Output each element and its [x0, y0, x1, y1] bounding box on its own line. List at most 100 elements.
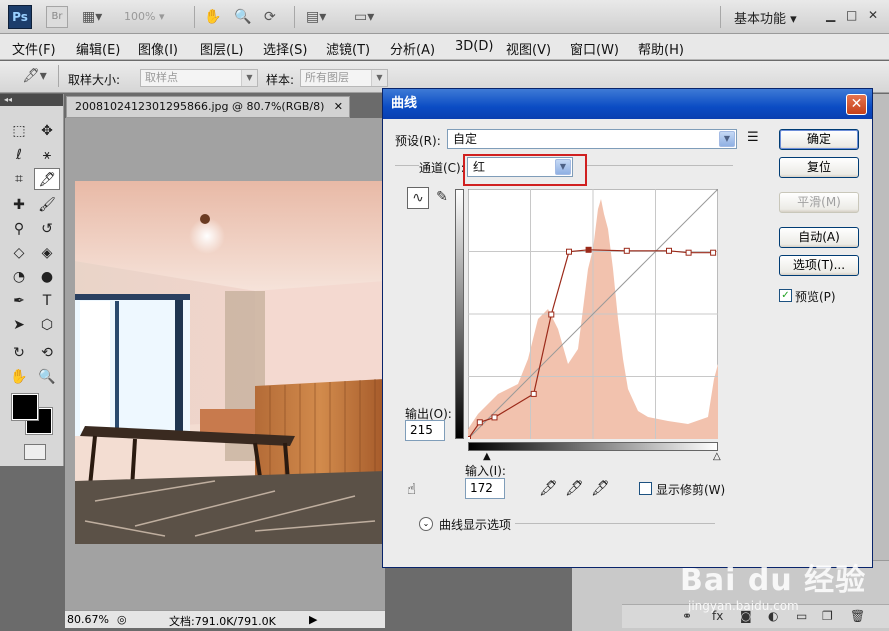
sample-size-label: 取样大小: — [68, 73, 121, 87]
tools-panel-collapse-icon[interactable]: ◂◂ — [0, 94, 63, 106]
marquee-tool-icon[interactable]: ⬚ — [6, 120, 32, 142]
white-point-slider-icon[interactable]: △ — [713, 451, 721, 462]
sample-layers-select[interactable]: 所有图层 ▼ — [300, 69, 388, 87]
close-document-icon[interactable]: ✕ — [334, 97, 343, 117]
dialog-close-button[interactable]: ✕ — [846, 94, 867, 115]
hand-tool-icon[interactable]: ✋ — [6, 366, 32, 388]
curve-display-options-expander[interactable]: ⌄ — [419, 517, 433, 531]
reset-button[interactable]: 复位 — [779, 157, 859, 178]
type-tool-icon[interactable]: T — [34, 290, 60, 312]
preset-select[interactable]: 自定 ▼ — [447, 129, 737, 149]
preview-checkbox[interactable]: ✓ — [779, 289, 792, 302]
menu-layer[interactable]: 图层(L) — [200, 39, 243, 58]
curve-control-point — [710, 249, 717, 256]
smooth-button[interactable]: 平滑(M) — [779, 192, 859, 213]
input-gradient-bar — [468, 442, 718, 451]
curves-dialog: 曲线 ✕ 预设(R): 自定 ▼ ☰ 通道(C): 红 ▼ ∿ ✎ ▲ △ 输出(O… — [382, 88, 873, 568]
paint-bucket-tool-icon[interactable]: ◈ — [34, 242, 60, 264]
screen-mode-icon[interactable]: ▭▾ — [354, 8, 374, 26]
auto-button[interactable]: 自动(A) — [779, 227, 859, 248]
magic-wand-tool-icon[interactable]: ⚹ — [34, 144, 60, 166]
crop-tool-icon[interactable]: ⌗ — [6, 168, 32, 190]
arrange-documents-icon[interactable]: ▤▾ — [306, 8, 326, 26]
application-bar: Ps Br ▦▾ 100% ▾ ✋ 🔍 ⟳ ▤▾ ▭▾ 基本功能 ▾ ▁ □ ✕ — [0, 0, 889, 34]
curve-control-point — [476, 419, 483, 426]
curve-control-point — [623, 247, 630, 254]
curves-graph[interactable] — [465, 188, 719, 442]
menu-edit[interactable]: 编辑(E) — [76, 39, 120, 58]
gray-eyedropper-icon[interactable]: 🖋 — [565, 479, 584, 497]
bridge-launch-button[interactable]: Br — [46, 6, 68, 28]
zoom-readout[interactable]: 80.67% — [67, 613, 109, 626]
curve-control-point — [530, 390, 537, 397]
show-clipping-label: 显示修剪(W) — [656, 483, 726, 497]
workspace-switcher[interactable]: 基本功能 ▾ — [734, 8, 797, 27]
curve-display-options-label: 曲线显示选项 — [439, 518, 512, 532]
curve-pencil-tool-icon[interactable]: ✎ — [431, 187, 453, 209]
baidu-watermark: Bai du 经验 jingyan.baidu.com — [676, 553, 886, 623]
document-tab[interactable]: 20081024123012958​66.jpg @ 80.7%(RGB/8) … — [66, 96, 350, 118]
preset-label: 预设(R): — [395, 134, 441, 148]
lasso-tool-icon[interactable]: ℓ — [6, 144, 32, 166]
menu-help[interactable]: 帮助(H) — [638, 39, 684, 58]
minimize-icon[interactable]: ▁ — [826, 8, 835, 22]
blur-tool-icon[interactable]: ◔ — [6, 266, 32, 288]
foreground-color-swatch[interactable] — [11, 393, 39, 421]
zoom-level-combo[interactable]: 100% ▾ — [124, 8, 184, 26]
history-brush-tool-icon[interactable]: ↺ — [34, 218, 60, 240]
curve-control-point — [465, 436, 471, 442]
brush-tool-icon[interactable]: 🖌 — [34, 194, 60, 216]
zoom-icon[interactable]: 🔍 — [234, 8, 251, 26]
output-value-field[interactable]: 215 — [405, 420, 445, 441]
ok-button[interactable]: 确定 — [779, 129, 859, 150]
menu-bar: 文件(F) 编辑(E) 图像(I) 图层(L) 选择(S) 滤镜(T) 分析(A… — [0, 34, 889, 60]
eyedropper-tool-icon[interactable]: 🖋 — [34, 168, 60, 190]
menu-filter[interactable]: 滤镜(T) — [326, 39, 370, 58]
shape-tool-icon[interactable]: ⬡ — [34, 314, 60, 336]
menu-image[interactable]: 图像(I) — [138, 39, 178, 58]
eyedropper-preset-icon[interactable]: 🖋▾ — [22, 67, 47, 85]
hand-icon[interactable]: ✋ — [204, 8, 221, 26]
curve-point-tool-icon[interactable]: ∿ — [407, 187, 429, 209]
input-value-field[interactable]: 172 — [465, 478, 505, 499]
close-icon[interactable]: ✕ — [868, 8, 878, 22]
status-menu-arrow-icon[interactable]: ▶ — [309, 613, 317, 626]
3d-orbit-tool-icon[interactable]: ⟲ — [34, 342, 60, 364]
white-eyedropper-icon[interactable]: 🖋 — [591, 479, 610, 497]
rotate-view-icon[interactable]: ⟳ — [264, 8, 276, 26]
document-info: 文档:791.0K/791.0K — [169, 615, 276, 628]
watermark-url: jingyan.baidu.com — [688, 599, 799, 613]
move-tool-icon[interactable]: ✥ — [34, 120, 60, 142]
menu-view[interactable]: 视图(V) — [506, 39, 551, 58]
path-selection-tool-icon[interactable]: ➤ — [6, 314, 32, 336]
healing-brush-tool-icon[interactable]: ✚ — [6, 194, 32, 216]
options-button[interactable]: 选项(T)... — [779, 255, 859, 276]
menu-select[interactable]: 选择(S) — [263, 39, 307, 58]
black-eyedropper-icon[interactable]: 🖋 — [539, 479, 558, 497]
dialog-title[interactable]: 曲线 — [383, 89, 872, 119]
menu-file[interactable]: 文件(F) — [12, 39, 56, 58]
document-status-bar: 80.67% ◎ 文档:791.0K/791.0K ▶ — [65, 610, 385, 628]
pen-tool-icon[interactable]: ✒ — [6, 290, 32, 312]
show-clipping-checkbox[interactable] — [639, 482, 652, 495]
menu-analysis[interactable]: 分析(A) — [390, 39, 435, 58]
menu-window[interactable]: 窗口(W) — [570, 39, 619, 58]
curve-control-point — [548, 311, 555, 318]
3d-rotate-tool-icon[interactable]: ↻ — [6, 342, 32, 364]
photoshop-logo: Ps — [8, 5, 32, 29]
sample-size-select[interactable]: 取样点 ▼ — [140, 69, 258, 87]
preset-options-icon[interactable]: ☰ — [747, 130, 759, 145]
targeted-adjust-icon[interactable]: ☝ — [407, 480, 416, 498]
eraser-tool-icon[interactable]: ◇ — [6, 242, 32, 264]
black-point-slider-icon[interactable]: ▲ — [483, 451, 491, 462]
clone-stamp-tool-icon[interactable]: ⚲ — [6, 218, 32, 240]
quick-mask-button[interactable] — [24, 444, 46, 460]
status-preview-icon[interactable]: ◎ — [117, 613, 127, 626]
maximize-icon[interactable]: □ — [846, 8, 857, 22]
zoom-tool-icon[interactable]: 🔍 — [34, 366, 60, 388]
view-extras-icon[interactable]: ▦▾ — [82, 8, 102, 26]
document-photo — [75, 181, 385, 544]
menu-3d[interactable]: 3D(D) — [455, 39, 493, 54]
dodge-tool-icon[interactable]: ● — [34, 266, 60, 288]
input-label: 输入(I): — [465, 464, 506, 478]
